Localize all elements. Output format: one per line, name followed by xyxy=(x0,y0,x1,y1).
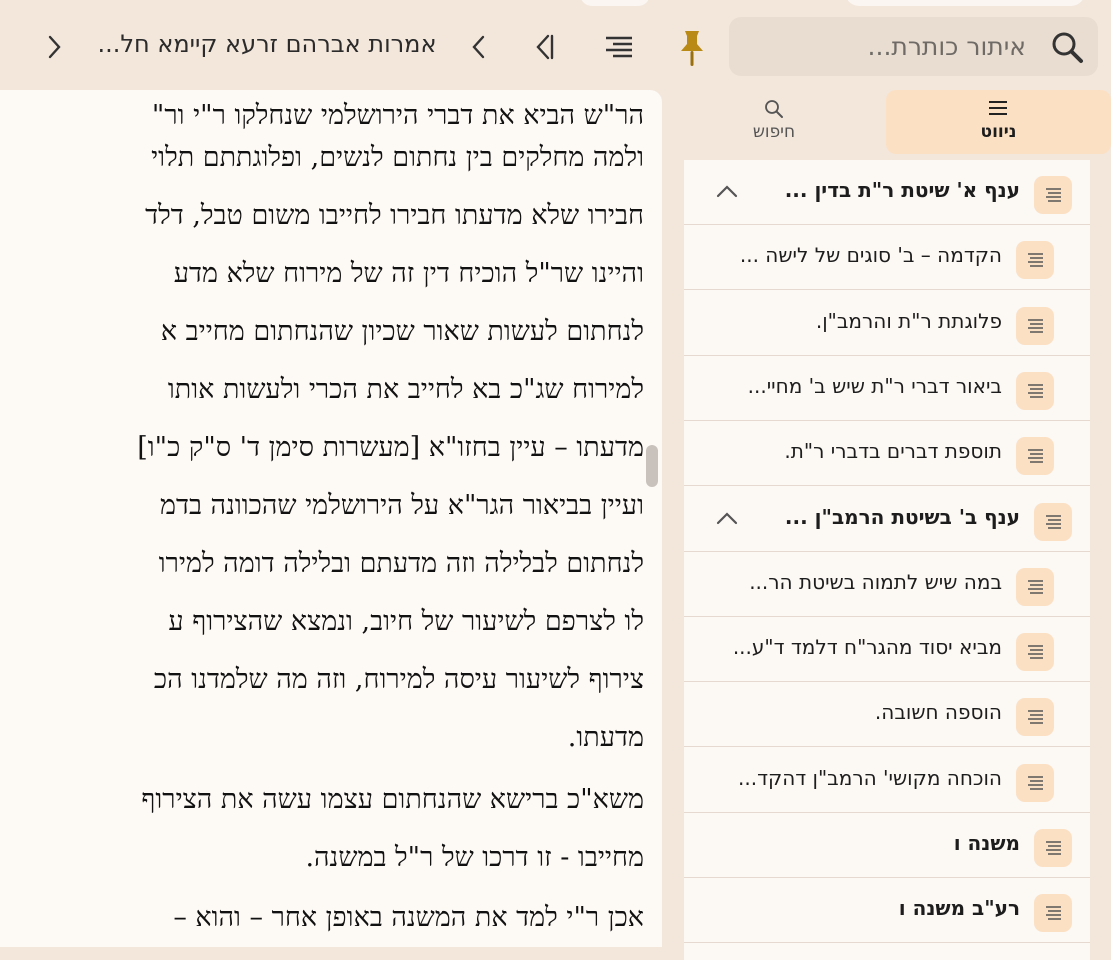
toc-search-field[interactable]: איתור כותרת... xyxy=(729,17,1098,76)
list-icon xyxy=(1034,894,1072,933)
toc-item-label: הקדמה – ב' סוגים של לישה ... xyxy=(739,243,1002,268)
toc-subsection-item[interactable]: הקדמה – ב' סוגים של לישה ... xyxy=(684,225,1090,291)
list-icon xyxy=(1016,698,1054,737)
list-icon xyxy=(1016,437,1054,476)
text-line: לנחתום לעשות שאור שכיון שהנחתום מחייב א xyxy=(160,316,644,347)
toc-item-label: רע"ב משנה ו xyxy=(898,896,1020,921)
previous-chapter-button[interactable] xyxy=(465,30,493,64)
tab-search[interactable]: חיפוש xyxy=(662,90,886,154)
top-bar: אמרות אברהם זרעא קיימא חל... איתור כותרת… xyxy=(0,0,1111,90)
text-line: מדעתו – עיין בחזו"א [מעשרות סימן ד' ס"ק … xyxy=(137,432,644,463)
window-notch xyxy=(580,0,650,6)
toc-section-item[interactable]: ענף ב' בשיטת הרמב"ן ... xyxy=(684,487,1090,552)
list-icon xyxy=(1034,176,1072,214)
collapse-chevron-icon[interactable] xyxy=(712,507,742,531)
toc-subsection-item[interactable]: במה שיש לתמוה בשיטת הר... xyxy=(684,552,1090,617)
toc-subsection-item[interactable]: ביאור דברי ר"ת שיש ב' מחיי... xyxy=(684,356,1090,421)
toc-item-label: ענף א' שיטת ר"ת בדין ... xyxy=(784,178,1020,202)
list-icon xyxy=(1034,829,1072,867)
text-line: מדעתו. xyxy=(567,722,644,753)
text-line: הר"ש הביא את דברי הירושלמי שנחלקו ר"י ור… xyxy=(151,100,644,131)
text-line: לנחתום לבלילה וזה מדעתם ובלילה דומה למיר… xyxy=(158,548,644,579)
toc-item-label: הוכחה מקושי' הרמב"ן דהקד... xyxy=(738,765,1002,790)
toc-subsection-item[interactable]: תוספת דברים בדברי ר"ת. xyxy=(684,421,1090,487)
list-icon xyxy=(1016,371,1054,410)
menu-icon xyxy=(989,101,1007,115)
toc-section-item[interactable]: ענף א' שיטת ר"ת בדין ... xyxy=(684,160,1090,225)
text-align-icon xyxy=(606,36,632,58)
toc-toggle-button[interactable] xyxy=(602,30,636,64)
skip-to-start-icon xyxy=(536,34,554,60)
toc-item-label: מביא יסוד מהגר"ח דלמד ד"ע... xyxy=(732,635,1002,660)
text-line: למירוח שג"כ בא לחייב את הכרי ולעשות אותו xyxy=(167,374,644,405)
toc-item-label: תוספת דברים בדברי ר"ת. xyxy=(784,439,1002,464)
first-chapter-button[interactable] xyxy=(528,30,558,64)
list-icon xyxy=(1016,763,1054,802)
tab-navigation[interactable]: ניווט xyxy=(886,90,1111,154)
text-line: משא"כ ברישא שהנחתום עצמו עשה את הצירוף xyxy=(141,784,644,815)
toc-section-item[interactable]: משנה ו xyxy=(684,813,1090,878)
pin-button[interactable] xyxy=(676,28,708,68)
text-content-pane[interactable]: הר"ש הביא את דברי הירושלמי שנחלקו ר"י ור… xyxy=(0,90,662,947)
toc-item-label: במה שיש לתמוה בשיטת הר... xyxy=(749,569,1002,594)
search-icon[interactable] xyxy=(1050,30,1084,64)
text-line: אכן ר"י למד את המשנה באופן אחר – והוא – xyxy=(173,902,644,933)
next-chapter-button[interactable] xyxy=(40,30,68,64)
text-line: מחייבו - זו דרכו של ר"ל במשנה. xyxy=(305,842,644,873)
toc-subsection-item[interactable]: הוכחה מקושי' הרמב"ן דהקד... xyxy=(684,748,1090,813)
sidebar: ניווט חיפוש ענף א' שיטת ר"ת בדין ... הקדמ… xyxy=(662,90,1111,960)
toc-subsection-item[interactable]: פלוגתת ר"ת והרמב"ן. xyxy=(684,291,1090,356)
text-line: ולמה מחלקים בין נחתום לנשים, ופלוגתתם תל… xyxy=(151,142,644,173)
text-line: והיינו שר"ל הוכיח דין זה של מירוח שלא מד… xyxy=(173,258,644,289)
table-of-contents: ענף א' שיטת ר"ת בדין ... הקדמה – ב' סוגים… xyxy=(684,160,1090,960)
toc-subsection-item[interactable]: הוספה חשובה. xyxy=(684,682,1090,748)
chevron-right-icon xyxy=(48,35,61,59)
list-icon xyxy=(1016,633,1054,672)
list-icon xyxy=(1016,241,1054,280)
toc-section-item[interactable]: רע"ב משנה ו xyxy=(684,878,1090,944)
list-icon xyxy=(1034,502,1072,541)
tab-search-label: חיפוש xyxy=(752,122,796,142)
toc-item-label: ענף ב' בשיטת הרמב"ן ... xyxy=(784,504,1020,529)
toc-item-label: הוספה חשובה. xyxy=(874,700,1002,725)
chevron-left-icon xyxy=(472,35,485,59)
text-line: צירוף לשיעור עיסה למירוח, וזה מה שלמדנו … xyxy=(153,664,644,695)
text-line: חבירו שלא מדעתו חבירו לחייבו משום טבל, ד… xyxy=(145,200,644,231)
search-placeholder: איתור כותרת... xyxy=(867,32,1026,61)
toc-item-label: משנה ו xyxy=(953,831,1020,855)
sidebar-tabs: ניווט חיפוש xyxy=(662,90,1111,154)
tab-navigation-label: ניווט xyxy=(980,122,1017,142)
toc-item-label: ביאור דברי ר"ת שיש ב' מחיי... xyxy=(747,373,1002,398)
scrollbar-thumb[interactable] xyxy=(646,445,658,487)
search-icon xyxy=(765,100,783,118)
text-line: ועיין בביאור הגר"א על הירושלמי שהכוונה ב… xyxy=(159,490,644,521)
text-line: לו לצרפם לשיעור של חיוב, ונמצא שהצירוף ע xyxy=(168,606,644,637)
collapse-chevron-icon[interactable] xyxy=(712,180,742,204)
toc-item-label: פלוגתת ר"ת והרמב"ן. xyxy=(815,308,1002,333)
toc-subsection-item[interactable]: מביא יסוד מהגר"ח דלמד ד"ע... xyxy=(684,617,1090,683)
list-icon xyxy=(1016,567,1054,606)
list-icon xyxy=(1016,306,1054,345)
book-title[interactable]: אמרות אברהם זרעא קיימא חל... xyxy=(92,30,442,66)
pin-icon xyxy=(681,31,703,66)
window-notch xyxy=(845,0,1085,6)
